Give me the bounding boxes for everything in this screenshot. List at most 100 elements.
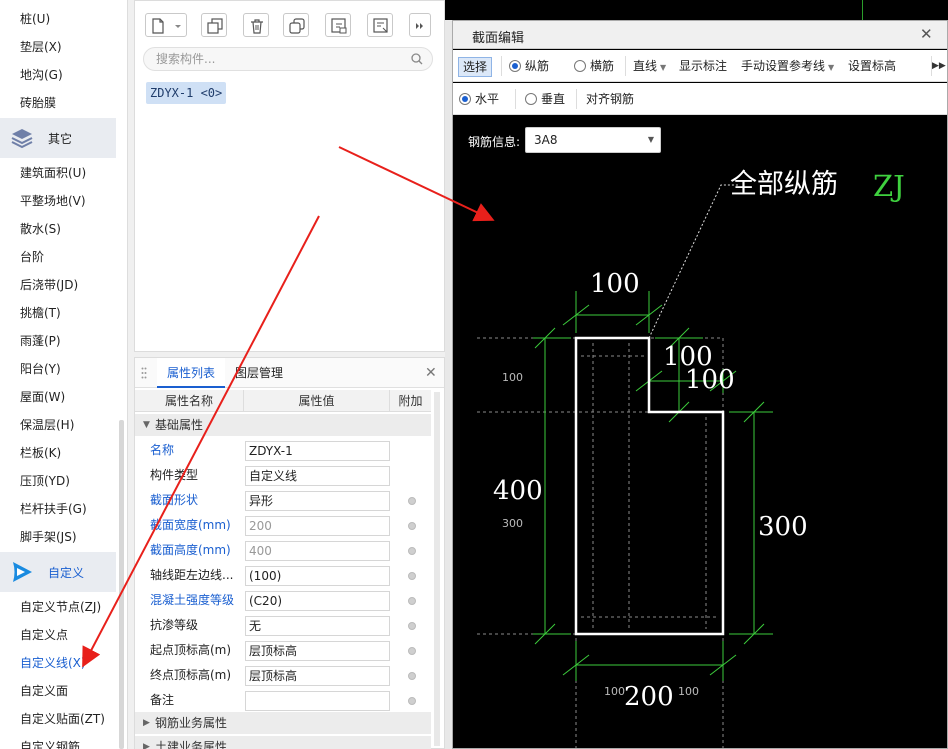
nav-item-insulation[interactable]: 保温层(H) bbox=[20, 411, 74, 439]
nav-group-label: 其它 bbox=[48, 132, 73, 146]
property-value-field[interactable] bbox=[245, 691, 390, 711]
close-icon[interactable]: ✕ bbox=[425, 365, 437, 381]
section-editor-window: 截面编辑 ✕ 选择 纵筋 横筋 直线 ▼ 显示标注 手动设置参考线 ▼ 设置标高 ▶… bbox=[452, 20, 948, 749]
property-value-field[interactable]: (100) bbox=[245, 566, 390, 586]
extra-checkbox[interactable] bbox=[408, 622, 416, 630]
play-icon bbox=[13, 562, 32, 582]
property-row[interactable]: 截面形状 异形 bbox=[135, 488, 431, 513]
property-value-field[interactable]: 200 bbox=[245, 516, 390, 536]
section-label: 钢筋业务属性 bbox=[155, 716, 228, 730]
dim-left-small-top: 100 bbox=[502, 371, 523, 384]
panel-splitter[interactable] bbox=[445, 0, 452, 749]
property-name: 截面高度(mm) bbox=[150, 543, 231, 557]
property-row[interactable]: 抗渗等级 无 bbox=[135, 613, 431, 638]
property-value-field[interactable]: 无 bbox=[245, 616, 390, 636]
trash-icon bbox=[251, 19, 263, 34]
section-label: 基础属性 bbox=[155, 418, 204, 432]
section-civil-properties[interactable]: ▶ 土建业务属性 bbox=[135, 736, 431, 749]
extra-checkbox[interactable] bbox=[408, 497, 416, 505]
property-row[interactable]: 构件类型 自定义线 bbox=[135, 463, 431, 488]
section-rebar-properties[interactable]: ▶ 钢筋业务属性 bbox=[135, 712, 431, 734]
import-button[interactable] bbox=[325, 13, 351, 37]
search-icon[interactable] bbox=[410, 52, 424, 66]
nav-item-custom-veneer[interactable]: 自定义贴面(ZT) bbox=[20, 705, 105, 733]
tab-property-list[interactable]: 属性列表 bbox=[157, 358, 226, 388]
nav-item-balcony[interactable]: 阳台(Y) bbox=[20, 355, 61, 383]
nav-item-brick-mold[interactable]: 砖胎膜 bbox=[20, 89, 56, 117]
extra-checkbox[interactable] bbox=[408, 522, 416, 530]
property-value-field[interactable]: ZDYX-1 bbox=[245, 441, 390, 461]
search-input[interactable]: 搜索构件... bbox=[143, 47, 433, 71]
drawing-area-background bbox=[445, 0, 948, 20]
chevron-down-icon: ▼ bbox=[647, 135, 654, 144]
nav-group-custom[interactable]: 自定义 bbox=[0, 552, 116, 592]
property-value-field[interactable]: 异形 bbox=[245, 491, 390, 511]
nav-item-custom-rebar[interactable]: 自定义钢筋 bbox=[20, 733, 80, 749]
new-component-button[interactable] bbox=[145, 13, 187, 37]
property-value-field[interactable]: 自定义线 bbox=[245, 466, 390, 486]
nav-item-canopy[interactable]: 雨蓬(P) bbox=[20, 327, 61, 355]
grid-line bbox=[862, 0, 863, 20]
nav-item-scaffold[interactable]: 脚手架(JS) bbox=[20, 523, 77, 551]
property-row[interactable]: 起点顶标高(m) 层顶标高 bbox=[135, 638, 431, 663]
collapse-icon: ▼ bbox=[143, 420, 150, 430]
extra-checkbox[interactable] bbox=[408, 572, 416, 580]
nav-item-apron[interactable]: 散水(S) bbox=[20, 215, 61, 243]
nav-item-site-leveling[interactable]: 平整场地(V) bbox=[20, 187, 86, 215]
copy-button[interactable] bbox=[201, 13, 227, 37]
more-toolbar-button[interactable] bbox=[409, 13, 431, 37]
nav-item-cornice[interactable]: 挑檐(T) bbox=[20, 299, 61, 327]
drag-handle-icon[interactable] bbox=[141, 367, 147, 379]
section-basic-properties[interactable]: ▼ 基础属性 bbox=[135, 414, 431, 436]
extra-checkbox[interactable] bbox=[408, 547, 416, 555]
property-row[interactable]: 混凝土强度等级 (C20) bbox=[135, 588, 431, 613]
nav-item-coping[interactable]: 压顶(YD) bbox=[20, 467, 70, 495]
nav-item-custom-face[interactable]: 自定义面 bbox=[20, 677, 68, 705]
nav-item-parapet[interactable]: 栏板(K) bbox=[20, 439, 61, 467]
dim-top-label: 100 bbox=[590, 269, 640, 299]
extra-checkbox[interactable] bbox=[408, 647, 416, 655]
nav-item-cushion[interactable]: 垫层(X) bbox=[20, 33, 62, 61]
extra-checkbox[interactable] bbox=[408, 697, 416, 705]
property-row[interactable]: 轴线距左边线... (100) bbox=[135, 563, 431, 588]
property-value-field[interactable]: (C20) bbox=[245, 591, 390, 611]
scrollbar[interactable] bbox=[434, 392, 440, 746]
header-property-value: 属性值 bbox=[244, 390, 390, 412]
rebar-info-select[interactable]: 3A8 ▼ bbox=[525, 127, 661, 153]
property-value-field[interactable]: 层顶标高 bbox=[245, 641, 390, 661]
property-row[interactable]: 名称 ZDYX-1 bbox=[135, 438, 431, 463]
property-value-field[interactable]: 400 bbox=[245, 541, 390, 561]
property-value-field[interactable]: 层顶标高 bbox=[245, 666, 390, 686]
component-item[interactable]: ZDYX-1 <0> bbox=[146, 82, 227, 104]
export-button[interactable] bbox=[367, 13, 393, 37]
extra-checkbox[interactable] bbox=[408, 672, 416, 680]
nav-item-custom-point[interactable]: 自定义点 bbox=[20, 621, 68, 649]
annotation-all-longitudinal[interactable]: 全部纵筋 bbox=[730, 169, 838, 200]
nav-item-roof[interactable]: 屋面(W) bbox=[20, 383, 65, 411]
duplicate-layer-button[interactable] bbox=[283, 13, 309, 37]
property-row[interactable]: 截面高度(mm) 400 bbox=[135, 538, 431, 563]
nav-item-pile[interactable]: 桩(U) bbox=[20, 5, 50, 33]
dim-right-label: 300 bbox=[758, 512, 808, 542]
property-name: 起点顶标高(m) bbox=[150, 643, 232, 657]
nav-item-building-area[interactable]: 建筑面积(U) bbox=[20, 159, 86, 187]
scrollbar[interactable] bbox=[119, 420, 124, 749]
nav-item-railing[interactable]: 栏杆扶手(G) bbox=[20, 495, 87, 523]
nav-item-post-pour-strip[interactable]: 后浇带(JD) bbox=[20, 271, 78, 299]
nav-item-custom-line[interactable]: 自定义线(X) bbox=[20, 649, 86, 677]
property-name: 终点顶标高(m) bbox=[150, 668, 232, 682]
tab-layer-management[interactable]: 图层管理 bbox=[235, 358, 283, 388]
nav-item-custom-node[interactable]: 自定义节点(ZJ) bbox=[20, 593, 101, 621]
export-icon bbox=[373, 18, 388, 33]
delete-button[interactable] bbox=[243, 13, 269, 37]
property-row[interactable]: 终点顶标高(m) 层顶标高 bbox=[135, 663, 431, 688]
property-row[interactable]: 截面宽度(mm) 200 bbox=[135, 513, 431, 538]
extra-checkbox[interactable] bbox=[408, 597, 416, 605]
double-chevron-right-icon bbox=[416, 23, 423, 29]
annotation-code[interactable]: ZJ bbox=[873, 169, 905, 203]
property-row[interactable]: 备注 bbox=[135, 688, 431, 713]
nav-item-trench[interactable]: 地沟(G) bbox=[20, 61, 63, 89]
nav-item-steps[interactable]: 台阶 bbox=[20, 243, 44, 271]
nav-group-other[interactable]: 其它 bbox=[0, 118, 116, 158]
dim-notch-height-label: 100 bbox=[685, 365, 735, 395]
